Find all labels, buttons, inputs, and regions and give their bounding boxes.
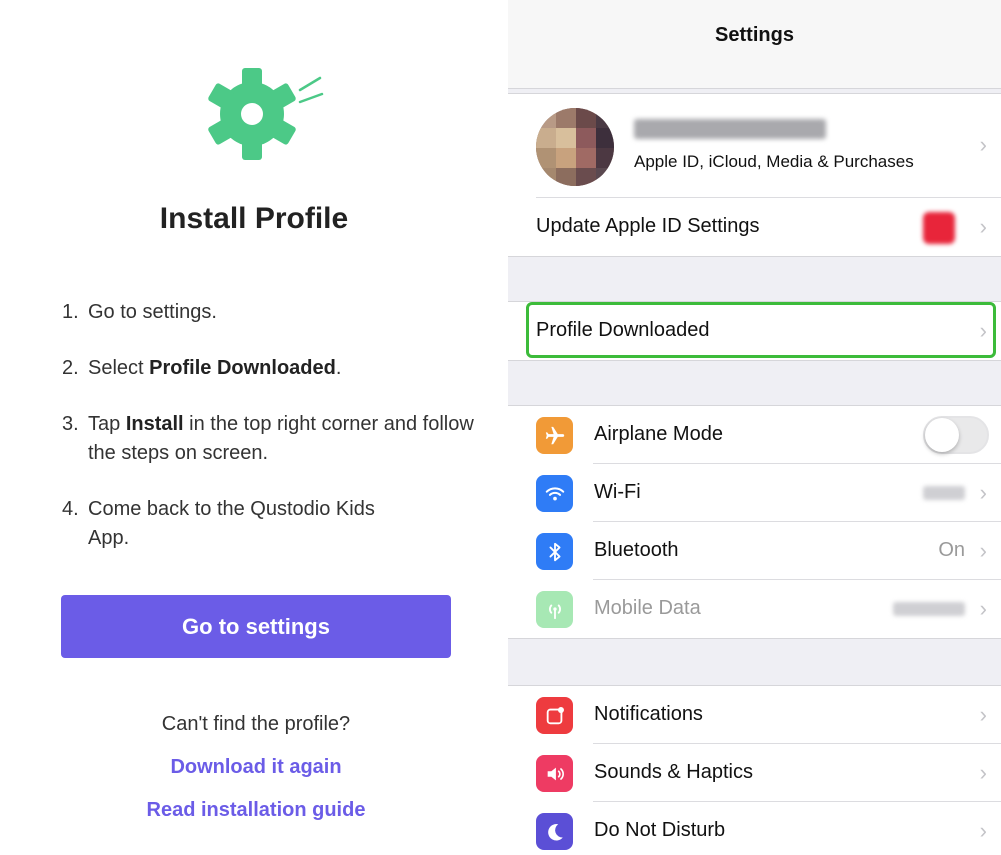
wifi-icon bbox=[536, 475, 573, 512]
step-number: 1. bbox=[62, 301, 79, 323]
apple-id-subtitle: Apple ID, iCloud, Media & Purchases bbox=[634, 152, 914, 171]
wifi-network-blurred bbox=[923, 486, 965, 500]
page-title: Install Profile bbox=[159, 202, 349, 235]
profile-downloaded-row[interactable]: Profile Downloaded › bbox=[508, 302, 1001, 360]
sounds-haptics-row[interactable]: Sounds & Haptics › bbox=[508, 744, 1001, 802]
bluetooth-label: Bluetooth bbox=[594, 539, 679, 561]
apple-id-row[interactable]: Apple ID, iCloud, Media & Purchases › bbox=[508, 94, 1001, 198]
chevron-right-icon: › bbox=[979, 318, 987, 343]
bluetooth-icon bbox=[536, 533, 573, 570]
step-text-part: Go to settings. bbox=[88, 301, 217, 323]
step-text: Come back to the Qustodio Kids App. bbox=[88, 495, 388, 553]
connectivity-group: Airplane Mode Wi-Fi › Bluetooth On › Mob… bbox=[508, 405, 1001, 639]
do-not-disturb-row[interactable]: Do Not Disturb › bbox=[508, 802, 1001, 855]
toggle-knob bbox=[925, 418, 959, 452]
step-number: 2. bbox=[62, 357, 79, 379]
step-3: 3. Tap Install in the top right corner a… bbox=[62, 410, 492, 468]
antenna-icon bbox=[536, 591, 573, 628]
ios-settings-panel: Settings Apple ID, iCloud, Media & Purch… bbox=[508, 0, 1001, 855]
steps-list: 1. Go to settings. 2. Select Profile Dow… bbox=[62, 298, 492, 580]
update-apple-id-label: Update Apple ID Settings bbox=[536, 215, 760, 237]
chevron-right-icon: › bbox=[979, 702, 987, 727]
download-again-link[interactable]: Download it again bbox=[0, 756, 512, 779]
wifi-label: Wi-Fi bbox=[594, 481, 641, 503]
wifi-row[interactable]: Wi-Fi › bbox=[508, 464, 1001, 522]
sounds-haptics-label: Sounds & Haptics bbox=[594, 761, 753, 783]
carrier-blurred bbox=[893, 602, 965, 616]
airplane-mode-toggle[interactable] bbox=[923, 416, 989, 454]
step-bold-text: Profile Downloaded bbox=[149, 357, 336, 379]
chevron-right-icon: › bbox=[979, 538, 987, 563]
chevron-right-icon: › bbox=[979, 818, 987, 843]
speaker-icon bbox=[536, 755, 573, 792]
chevron-right-icon: › bbox=[979, 132, 987, 157]
profile-downloaded-group: Profile Downloaded › bbox=[508, 301, 1001, 361]
airplane-mode-row[interactable]: Airplane Mode bbox=[508, 406, 1001, 464]
moon-icon bbox=[536, 813, 573, 850]
avatar bbox=[536, 108, 614, 186]
step-text-part: Tap bbox=[88, 413, 126, 435]
step-text-part: . bbox=[335, 357, 342, 379]
step-number: 4. bbox=[62, 498, 79, 520]
chevron-right-icon: › bbox=[979, 596, 987, 621]
navigation-bar: Settings bbox=[508, 0, 1001, 89]
profile-downloaded-label: Profile Downloaded bbox=[536, 319, 710, 341]
step-4: 4. Come back to the Qustodio Kids App. bbox=[62, 495, 492, 553]
badge-icon bbox=[923, 212, 955, 244]
account-name-blurred bbox=[634, 119, 826, 139]
cant-find-text: Can't find the profile? bbox=[161, 713, 351, 735]
apple-id-group: Apple ID, iCloud, Media & Purchases › Up… bbox=[508, 93, 1001, 257]
mobile-data-label: Mobile Data bbox=[594, 597, 701, 619]
step-bold-text: Install bbox=[125, 413, 184, 435]
step-text-part: Select bbox=[88, 357, 150, 379]
go-to-settings-button[interactable]: Go to settings bbox=[61, 595, 451, 658]
chevron-right-icon: › bbox=[979, 760, 987, 785]
airplane-mode-label: Airplane Mode bbox=[594, 423, 723, 445]
notifications-group: Notifications › Sounds & Haptics › Do No… bbox=[508, 685, 1001, 855]
step-2: 2. Select Profile Downloaded. bbox=[62, 354, 492, 383]
step-text: Tap Install in the top right corner and … bbox=[88, 410, 492, 468]
installation-guide-link[interactable]: Read installation guide bbox=[0, 799, 512, 822]
do-not-disturb-label: Do Not Disturb bbox=[594, 819, 726, 841]
notifications-row[interactable]: Notifications › bbox=[508, 686, 1001, 744]
nav-title: Settings bbox=[715, 24, 794, 46]
install-profile-panel: Install Profile 1. Go to settings. 2. Se… bbox=[0, 0, 508, 855]
notifications-label: Notifications bbox=[594, 703, 703, 725]
step-text: Go to settings. bbox=[88, 298, 217, 327]
update-apple-id-row[interactable]: Update Apple ID Settings › bbox=[508, 198, 1001, 256]
chevron-right-icon: › bbox=[979, 480, 987, 505]
step-text-part: Come back to the Qustodio Kids App. bbox=[88, 498, 375, 549]
step-number: 3. bbox=[62, 413, 79, 435]
bluetooth-row[interactable]: Bluetooth On › bbox=[508, 522, 1001, 580]
step-1: 1. Go to settings. bbox=[62, 298, 492, 327]
bluetooth-value: On bbox=[938, 539, 965, 561]
gear-icon bbox=[200, 68, 330, 168]
chevron-right-icon: › bbox=[979, 214, 987, 239]
airplane-icon bbox=[536, 417, 573, 454]
notifications-icon bbox=[536, 697, 573, 734]
step-text: Select Profile Downloaded. bbox=[88, 354, 341, 383]
mobile-data-row[interactable]: Mobile Data › bbox=[508, 580, 1001, 638]
